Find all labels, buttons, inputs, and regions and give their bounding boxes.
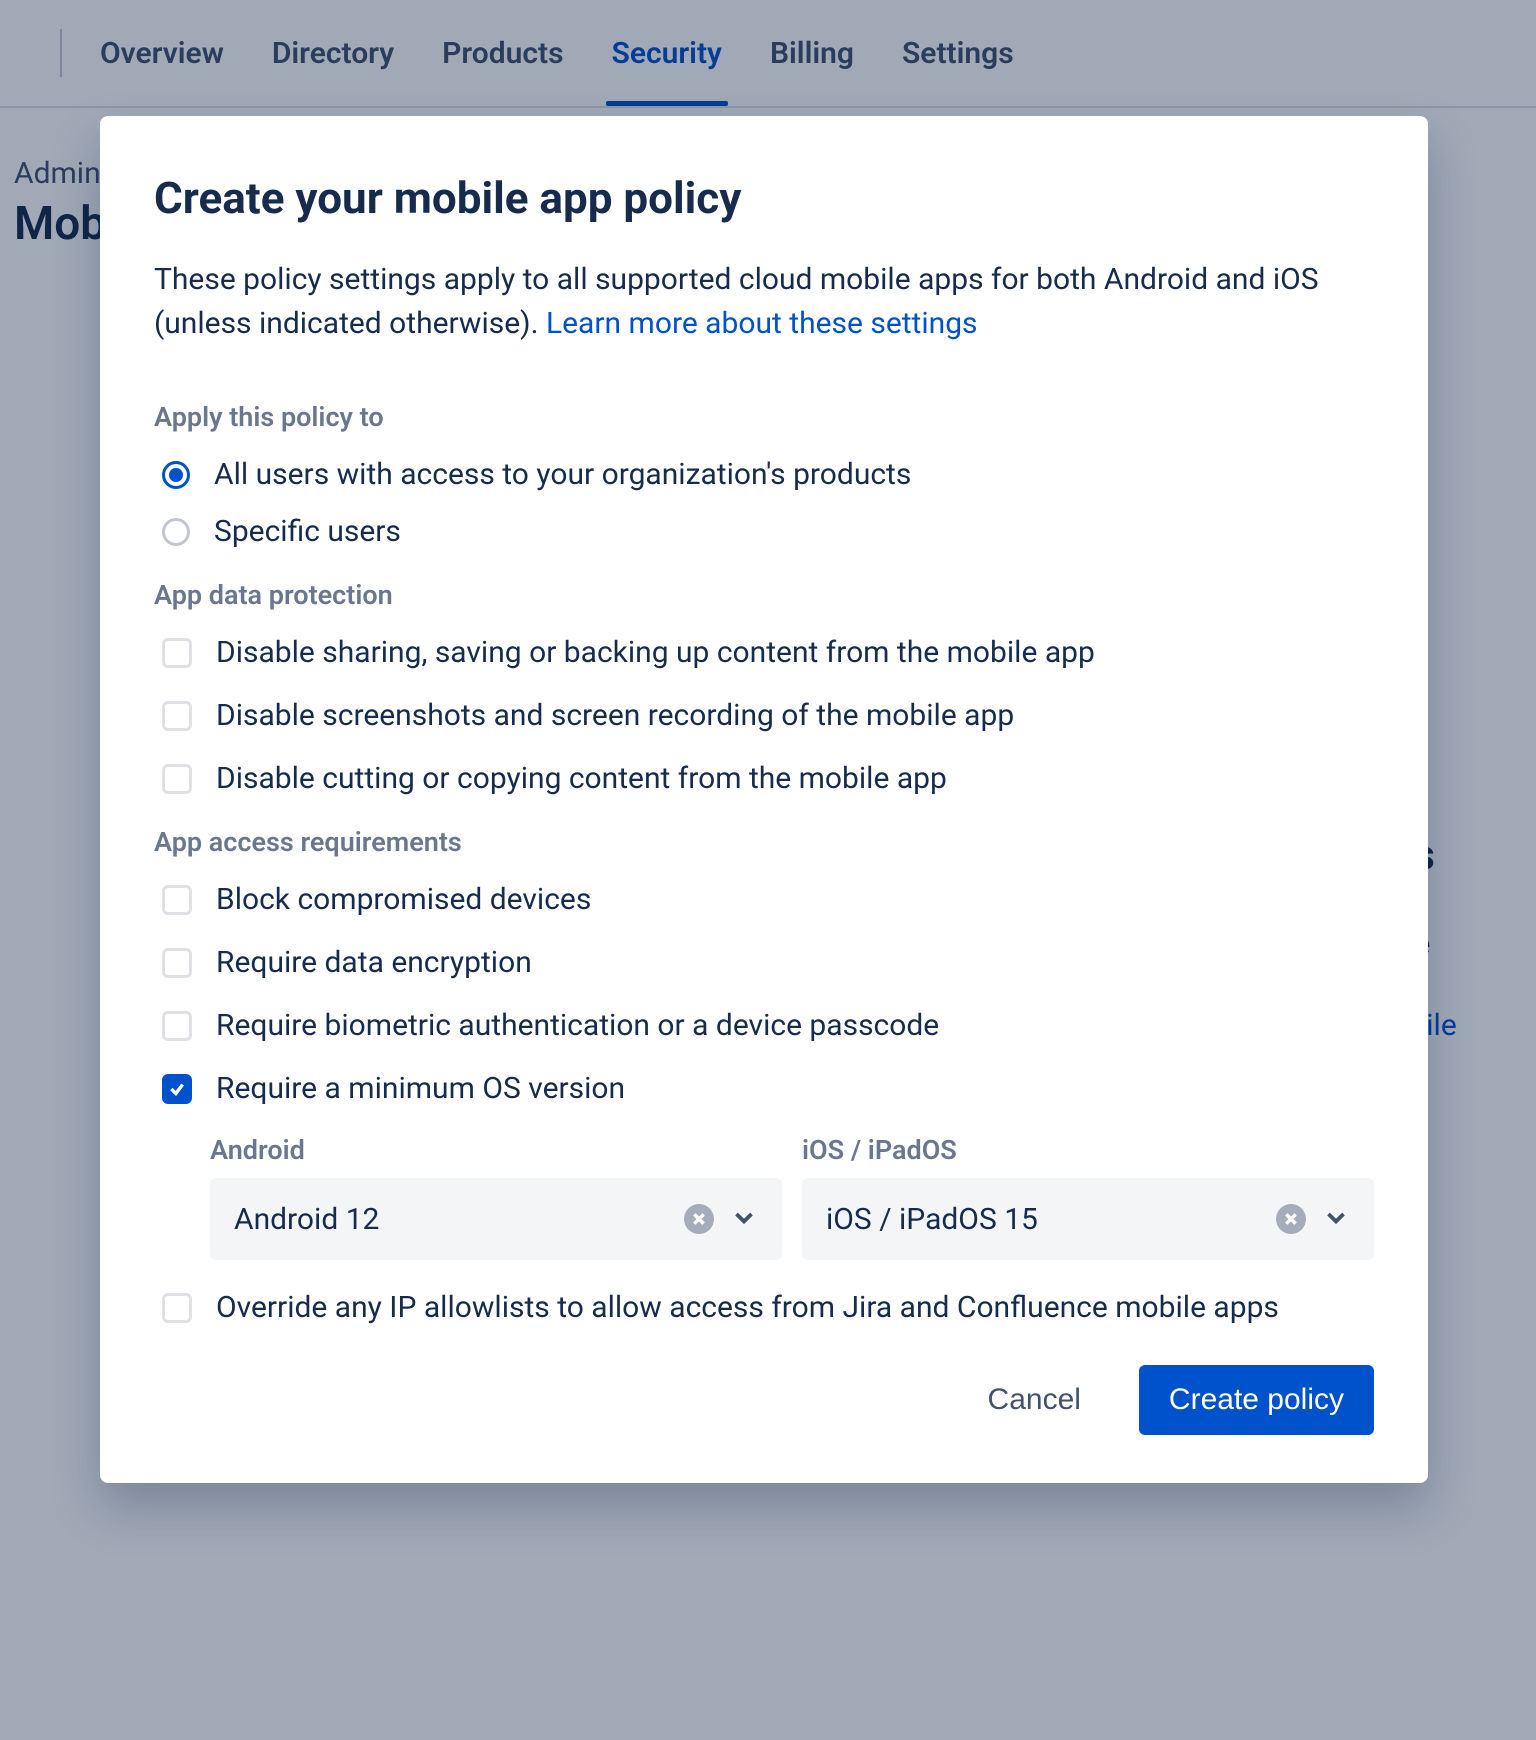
chevron-down-icon[interactable] <box>726 1202 762 1237</box>
ios-select-value: iOS / iPadOS 15 <box>826 1202 1264 1237</box>
access-req-label: App access requirements <box>154 826 1374 858</box>
android-column: Android Android 12 <box>210 1134 782 1260</box>
chevron-down-icon[interactable] <box>1318 1202 1354 1237</box>
checkbox-label: Override any IP allowlists to allow acce… <box>216 1290 1279 1325</box>
checkbox-label: Require a minimum OS version <box>216 1071 625 1106</box>
clear-icon[interactable] <box>1276 1204 1306 1234</box>
checkbox-icon <box>162 764 192 794</box>
android-select[interactable]: Android 12 <box>210 1178 782 1260</box>
radio-label: All users with access to your organizati… <box>214 457 911 492</box>
modal-title: Create your mobile app policy <box>154 172 1374 224</box>
checkbox-label: Require data encryption <box>216 945 532 980</box>
create-policy-button[interactable]: Create policy <box>1139 1365 1374 1435</box>
checkbox-icon <box>162 701 192 731</box>
checkbox-label: Disable cutting or copying content from … <box>216 761 947 796</box>
android-select-value: Android 12 <box>234 1202 672 1237</box>
clear-icon[interactable] <box>684 1204 714 1234</box>
checkbox-icon <box>162 1293 192 1323</box>
checkbox-icon <box>162 1011 192 1041</box>
option-disable-sharing[interactable]: Disable sharing, saving or backing up co… <box>162 635 1374 670</box>
modal-footer: Cancel Create policy <box>154 1365 1374 1435</box>
checkbox-icon <box>162 638 192 668</box>
radio-icon <box>162 518 190 546</box>
option-require-min-os[interactable]: Require a minimum OS version <box>162 1071 1374 1106</box>
checkbox-icon <box>162 885 192 915</box>
checkbox-icon <box>162 1074 192 1104</box>
apply-option-specific-users[interactable]: Specific users <box>162 514 1374 549</box>
checkbox-label: Disable sharing, saving or backing up co… <box>216 635 1095 670</box>
cancel-button[interactable]: Cancel <box>958 1365 1111 1435</box>
ios-label: iOS / iPadOS <box>802 1134 1374 1166</box>
checkbox-label: Require biometric authentication or a de… <box>216 1008 939 1043</box>
option-disable-screenshots[interactable]: Disable screenshots and screen recording… <box>162 698 1374 733</box>
checkbox-label: Disable screenshots and screen recording… <box>216 698 1014 733</box>
option-override-ip[interactable]: Override any IP allowlists to allow acce… <box>162 1290 1374 1325</box>
checkbox-icon <box>162 948 192 978</box>
apply-section-label: Apply this policy to <box>154 401 1374 433</box>
option-disable-copy[interactable]: Disable cutting or copying content from … <box>162 761 1374 796</box>
learn-more-link[interactable]: Learn more about these settings <box>546 306 978 341</box>
create-policy-modal: Create your mobile app policy These poli… <box>100 116 1428 1483</box>
ios-select[interactable]: iOS / iPadOS 15 <box>802 1178 1374 1260</box>
min-os-grid: Android Android 12 iOS / iPadOS iOS / iP… <box>210 1134 1374 1260</box>
apply-option-all-users[interactable]: All users with access to your organizati… <box>162 457 1374 492</box>
android-label: Android <box>210 1134 782 1166</box>
radio-label: Specific users <box>214 514 401 549</box>
ios-column: iOS / iPadOS iOS / iPadOS 15 <box>802 1134 1374 1260</box>
option-require-encryption[interactable]: Require data encryption <box>162 945 1374 980</box>
radio-icon <box>162 461 190 489</box>
option-block-compromised[interactable]: Block compromised devices <box>162 882 1374 917</box>
data-protection-label: App data protection <box>154 579 1374 611</box>
modal-intro: These policy settings apply to all suppo… <box>154 258 1374 345</box>
checkbox-label: Block compromised devices <box>216 882 591 917</box>
option-require-biometric[interactable]: Require biometric authentication or a de… <box>162 1008 1374 1043</box>
